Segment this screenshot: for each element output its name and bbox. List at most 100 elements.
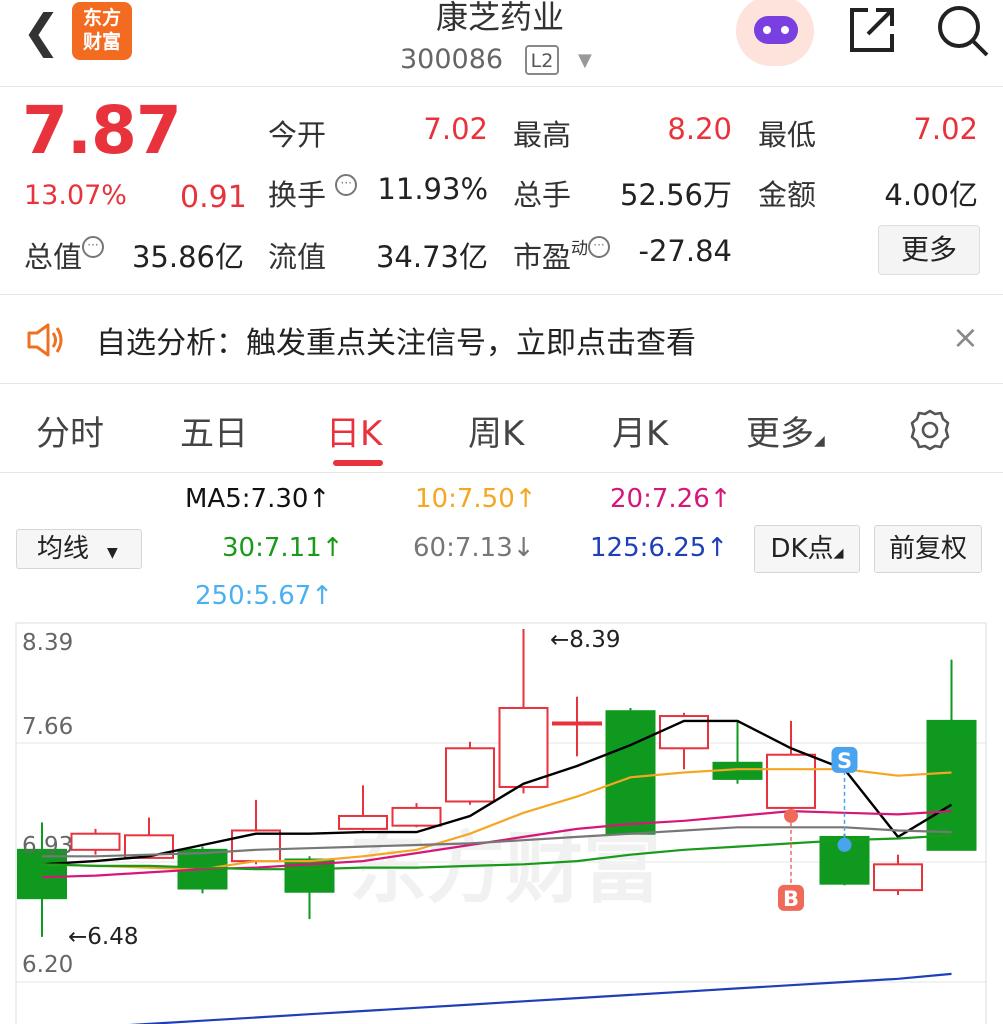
change-percent: 13.07% — [24, 180, 127, 211]
pe-value: -27.84 — [638, 234, 733, 268]
candle-body — [605, 710, 656, 835]
signal-dot — [784, 808, 798, 823]
low-value: 7.02 — [913, 112, 978, 146]
ma20-label: 20:7.26↑ — [610, 484, 732, 514]
candlestick — [605, 707, 656, 835]
mktcap-value: 35.86亿 — [131, 240, 244, 274]
candle-body — [70, 832, 121, 851]
ma-selector-label: 均线 — [37, 534, 90, 564]
ma125-label: 125:6.25↑ — [590, 533, 729, 563]
search-icon[interactable] — [936, 4, 990, 58]
divider — [0, 383, 1003, 384]
gear-icon[interactable] — [908, 408, 952, 452]
high-label: 最高 — [513, 118, 572, 152]
close-icon[interactable]: × — [952, 318, 979, 356]
share-icon[interactable] — [846, 4, 898, 56]
dk-point-label: DK点 — [770, 534, 834, 564]
ma30-label: 30:7.11↑ — [222, 533, 344, 563]
info-icon[interactable]: ··· — [588, 236, 611, 258]
candle-body — [338, 814, 388, 830]
sell-signal-label: S — [837, 749, 852, 773]
divider — [0, 294, 1003, 295]
candlestick — [445, 741, 495, 805]
ma125-line — [128, 972, 952, 1024]
float-label: 流值 — [268, 240, 327, 274]
tab-monthly-k[interactable]: 月K — [612, 406, 668, 455]
level2-badge[interactable]: L2 — [525, 45, 559, 75]
dropdown-arrow-icon: ▼ — [107, 545, 118, 561]
app-logo: 东方 财富 — [72, 2, 132, 60]
candlestick — [873, 854, 923, 895]
change-amount: 0.91 — [180, 180, 247, 215]
logo-line2: 财富 — [82, 31, 121, 53]
adjust-forward-button[interactable]: 前复权 — [874, 525, 982, 573]
kline-chart[interactable]: 东方财富 8.39 7.66 6.93 6.20 ←8.39 ←6.48 B S — [0, 620, 1003, 1024]
amount-label: 金额 — [758, 178, 817, 212]
min-price-label: ←6.48 — [68, 924, 138, 950]
tab-intraday[interactable]: 分时 — [36, 406, 104, 455]
back-icon[interactable]: ❮ — [22, 8, 61, 54]
volume-value: 52.56万 — [619, 178, 732, 212]
more-quote-button[interactable]: 更多 — [878, 225, 980, 275]
dropdown-caret-icon[interactable]: ▼ — [578, 50, 592, 71]
info-icon[interactable]: ··· — [82, 236, 105, 258]
ma-selector[interactable]: 均线 ▼ — [16, 529, 142, 569]
candlestick — [338, 785, 388, 831]
turnover-label-text: 换手 — [268, 178, 327, 212]
triangle-icon: ◢ — [833, 546, 844, 561]
pe-label[interactable]: 市盈动 ··· — [513, 234, 611, 276]
ma60-label: 60:7.13↓ — [413, 533, 535, 563]
candle-body — [445, 747, 495, 803]
candle-body — [231, 829, 281, 863]
low-label: 最低 — [758, 118, 817, 152]
candlestick — [391, 803, 442, 828]
speaker-icon — [27, 323, 63, 357]
candle-body — [498, 706, 549, 788]
divider — [0, 86, 1003, 87]
stock-name[interactable]: 康芝药业 — [360, 0, 640, 38]
amount-value: 4.00亿 — [884, 178, 978, 212]
tab-daily-k[interactable]: 日K — [326, 406, 382, 455]
tab-more[interactable]: 更多◢ — [746, 406, 825, 455]
float-value: 34.73亿 — [375, 240, 488, 274]
candle-body — [873, 863, 923, 892]
mktcap-label[interactable]: 总值 ··· — [24, 234, 105, 276]
candle-body — [391, 806, 442, 827]
divider — [0, 472, 1003, 473]
candlestick — [70, 828, 121, 855]
chart-watermark: 东方财富 — [349, 824, 661, 914]
candle-body — [926, 719, 977, 851]
candlestick — [926, 659, 977, 851]
turnover-label[interactable]: 换手 ··· — [268, 172, 358, 214]
robot-assistant-icon[interactable] — [736, 0, 814, 66]
info-icon[interactable]: ··· — [335, 174, 358, 196]
max-price-label: ←8.39 — [550, 627, 620, 653]
current-price: 7.87 — [22, 92, 182, 169]
candlestick — [766, 720, 816, 812]
pe-sup: 动 — [571, 239, 589, 259]
y-tick-label: 6.93 — [22, 833, 73, 859]
y-tick-label: 6.20 — [22, 952, 73, 978]
dk-point-button[interactable]: DK点◢ — [754, 525, 860, 573]
y-tick-label: 8.39 — [22, 630, 73, 656]
ma250-label: 250:5.67↑ — [195, 581, 334, 611]
candle-body — [766, 753, 816, 809]
candlestick — [498, 629, 549, 794]
tab-five-day[interactable]: 五日 — [180, 406, 248, 455]
active-tab-indicator — [333, 460, 383, 466]
high-value: 8.20 — [667, 112, 732, 146]
open-value: 7.02 — [423, 112, 488, 146]
tab-weekly-k[interactable]: 周K — [468, 406, 524, 455]
ma10-label: 10:7.50↑ — [415, 484, 537, 514]
signal-dot — [837, 837, 852, 852]
header: ❮ 东方 财富 康芝药业 300086 L2 ▼ — [0, 0, 1003, 88]
candle-body — [552, 721, 602, 726]
mktcap-label-text: 总值 — [24, 240, 83, 274]
open-label: 今开 — [268, 118, 327, 152]
stock-code: 300086 — [400, 44, 504, 75]
pe-label-text: 市盈 — [513, 240, 572, 274]
candlestick — [231, 799, 281, 865]
candlestick — [552, 696, 602, 757]
notice-text[interactable]: 自选分析：触发重点关注信号，立即点击查看 — [96, 318, 696, 362]
buy-signal-label: B — [783, 887, 799, 911]
